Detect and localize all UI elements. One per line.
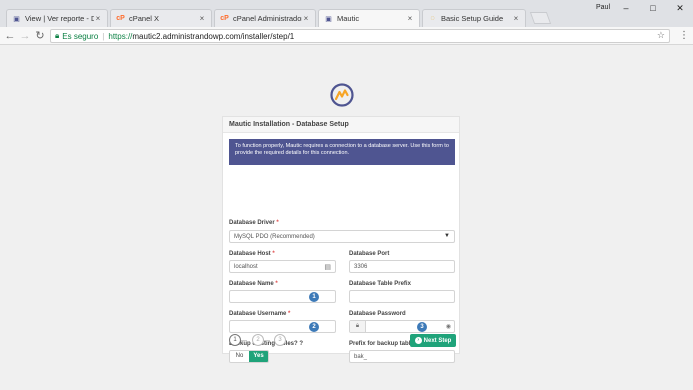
db-password-label: Database Password <box>349 311 406 317</box>
dropdown-arrow-icon: ▼ <box>444 233 450 239</box>
back-arrow-icon[interactable]: ← <box>3 29 17 43</box>
host-input-value: localhost <box>234 264 258 270</box>
close-tab-icon[interactable]: × <box>512 14 520 23</box>
db-name-label-text: Database Name <box>229 281 274 287</box>
driver-label-text: Database Driver <box>229 220 275 226</box>
tab-label: Mautic <box>337 14 360 23</box>
new-tab-button[interactable] <box>529 12 552 24</box>
port-label: Database Port <box>349 251 390 257</box>
tab-bar: ▣ View | Ver reporte - Dov × cP cPanel X… <box>0 0 693 27</box>
browser-toolbar: ← → ↻ 🔒︎ Es seguro | https:// mautic2.ad… <box>0 27 693 45</box>
table-prefix-label: Database Table Prefix <box>349 281 411 287</box>
callout-marker-1: 1 <box>309 292 319 302</box>
port-input-value: 3306 <box>354 264 368 270</box>
backup-yes-option[interactable]: Yes <box>249 351 268 362</box>
callout-marker-2: 2 <box>309 322 319 332</box>
mautic-logo-icon <box>330 83 354 107</box>
url-path: mautic2.administrandowp.com/installer/st… <box>132 31 295 41</box>
next-step-button[interactable]: › Next Step <box>410 334 456 347</box>
tab-label: cPanel X <box>129 14 160 23</box>
browser-menu-icon[interactable]: ⋮ <box>679 29 689 43</box>
tab-label: cPanel Administrador de <box>233 14 302 23</box>
installer-card: Mautic Installation - Database Setup To … <box>222 116 460 363</box>
cpanel-favicon-icon: cP <box>220 15 229 22</box>
maximize-icon[interactable]: □ <box>643 2 663 14</box>
db-name-input[interactable] <box>229 290 336 303</box>
required-marker: * <box>276 220 279 226</box>
db-username-label-text: Database Username <box>229 311 287 317</box>
driver-select[interactable]: MySQL PDO (Recommended) ▼ <box>229 230 455 243</box>
close-tab-icon[interactable]: × <box>198 14 206 23</box>
close-window-icon[interactable]: ✕ <box>670 2 690 14</box>
step-connector <box>241 340 247 341</box>
step-1-indicator: 1 <box>229 334 241 346</box>
arrow-right-circle-icon: › <box>414 337 422 344</box>
show-password-icon[interactable]: ◉ <box>446 323 451 330</box>
step-3-indicator: 3 <box>274 334 286 346</box>
minimize-icon[interactable]: – <box>616 2 636 14</box>
tab-label: View | Ver reporte - Dov <box>25 14 94 23</box>
close-tab-icon[interactable]: × <box>302 14 310 23</box>
url-scheme: https:// <box>108 31 133 41</box>
tab-basic-setup[interactable]: ◌ Basic Setup Guide × <box>422 9 526 27</box>
table-prefix-input[interactable] <box>349 290 455 303</box>
bookmark-star-icon[interactable]: ☆ <box>657 30 665 41</box>
backup-toggle[interactable]: No Yes <box>229 350 269 363</box>
address-separator: | <box>102 31 105 41</box>
db-username-input[interactable] <box>229 320 336 333</box>
profile-name[interactable]: Paul <box>596 4 610 11</box>
tab-view-reporte[interactable]: ▣ View | Ver reporte - Dov × <box>6 9 108 27</box>
field-helper-icon: ▤ <box>324 264 331 271</box>
backup-prefix-label: Prefix for backup tables <box>349 341 418 347</box>
mautic-favicon-icon: ▣ <box>325 15 332 23</box>
required-marker: * <box>288 311 291 317</box>
cpanel-favicon-icon: cP <box>116 15 125 22</box>
callout-marker-3: 3 <box>417 322 427 332</box>
forward-arrow-icon[interactable]: → <box>18 29 32 43</box>
required-marker: * <box>275 281 278 287</box>
backup-no-option[interactable]: No <box>230 351 249 362</box>
mautic-favicon-icon: ▣ <box>13 15 20 23</box>
step-connector <box>264 340 270 341</box>
tab-cpanel[interactable]: cP cPanel X × <box>110 9 212 27</box>
close-tab-icon[interactable]: × <box>406 14 414 23</box>
host-label-text: Database Host <box>229 251 271 257</box>
required-marker: * <box>272 251 275 257</box>
help-question-icon[interactable]: ? <box>299 341 303 347</box>
tab-cpanel-admin[interactable]: cP cPanel Administrador de × <box>214 9 316 27</box>
backup-prefix-input[interactable]: bak_ <box>349 350 455 363</box>
next-step-label: Next Step <box>423 337 452 344</box>
reload-icon[interactable]: ↻ <box>33 29 47 43</box>
driver-select-value: MySQL PDO (Recommended) <box>234 234 315 240</box>
tab-label: Basic Setup Guide <box>441 14 504 23</box>
driver-label: Database Driver * <box>229 220 279 226</box>
loading-favicon-icon: ◌ <box>430 15 435 22</box>
secure-label: Es seguro <box>62 31 99 41</box>
db-username-label: Database Username * <box>229 311 290 317</box>
tab-mautic[interactable]: ▣ Mautic × <box>318 9 420 27</box>
backup-prefix-input-value: bak_ <box>354 354 368 360</box>
installer-title: Mautic Installation - Database Setup <box>223 117 459 133</box>
close-tab-icon[interactable]: × <box>94 14 102 23</box>
port-input[interactable]: 3306 <box>349 260 455 273</box>
step-2-indicator: 2 <box>252 334 264 346</box>
page-viewport: Mautic Installation - Database Setup To … <box>0 46 693 390</box>
host-label: Database Host * <box>229 251 275 257</box>
lock-icon: 🔒︎ <box>350 321 366 332</box>
address-bar[interactable]: 🔒︎ Es seguro | https:// mautic2.administ… <box>50 29 670 43</box>
db-name-label: Database Name * <box>229 281 278 287</box>
info-alert: To function properly, Mautic requires a … <box>229 139 455 165</box>
lock-icon: 🔒︎ <box>55 31 60 40</box>
db-password-input[interactable]: 🔒︎ ◉ <box>349 320 455 333</box>
host-input[interactable]: localhost ▤ <box>229 260 336 273</box>
